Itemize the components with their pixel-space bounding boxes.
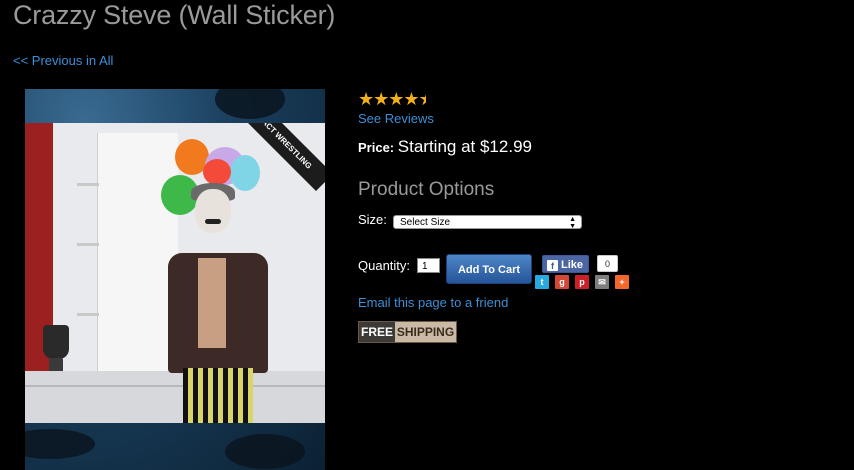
price-value: Starting at $12.99 (397, 137, 532, 156)
striped-pants (183, 368, 253, 423)
shipping-label: SHIPPING (395, 322, 456, 342)
product-options-heading: Product Options (358, 179, 495, 200)
star-icon: ★ (358, 89, 374, 109)
email-icon[interactable]: ✉ (595, 275, 609, 289)
paint-splatter (25, 429, 95, 459)
star-icon: ★ (419, 89, 427, 110)
blue-balloon (230, 155, 260, 191)
quantity-input[interactable]: 1 (417, 258, 440, 273)
previous-link[interactable]: << Previous in All (13, 53, 113, 68)
paint-splatter (215, 89, 285, 119)
page-title: Crazzy Steve (Wall Sticker) (13, 0, 336, 30)
star-icon: ★ (403, 89, 419, 109)
price-line: Price: Starting at $12.99 (358, 137, 532, 157)
free-shipping-badge: FREE SHIPPING (358, 321, 457, 343)
facebook-like-button[interactable]: f Like (542, 255, 589, 273)
price-label: Price: (358, 140, 395, 155)
star-icon: ★ (373, 89, 389, 109)
email-friend-link[interactable]: Email this page to a friend (358, 295, 508, 310)
size-label: Size: (358, 212, 387, 227)
select-arrows-icon: ▲ ▼ (569, 216, 576, 230)
clown-face (195, 189, 231, 233)
free-label: FREE (359, 322, 395, 342)
facebook-icon: f (547, 260, 558, 271)
product-image[interactable]: TNA IMPACT WRESTLING (25, 89, 325, 470)
size-select-value: Select Size (400, 217, 451, 228)
plus-icon[interactable]: + (615, 275, 629, 289)
google-plus-icon[interactable]: g (555, 275, 569, 289)
room-scene: TNA IMPACT WRESTLING (25, 123, 325, 423)
see-reviews-link[interactable]: See Reviews (358, 111, 434, 126)
paint-splatter (225, 434, 305, 469)
quantity-label: Quantity: (358, 258, 411, 273)
twitter-icon[interactable]: t (535, 275, 549, 289)
lamp-icon (43, 325, 69, 359)
rating-stars: ★★★★★ (358, 89, 426, 110)
star-icon: ★ (388, 89, 404, 109)
pinterest-icon[interactable]: p (575, 275, 589, 289)
red-balloon (203, 159, 231, 185)
size-select[interactable]: Select Size ▲ ▼ (393, 215, 582, 230)
add-to-cart-button[interactable]: Add To Cart (446, 254, 532, 284)
like-count: 0 (597, 255, 618, 272)
like-label: Like (561, 259, 584, 271)
